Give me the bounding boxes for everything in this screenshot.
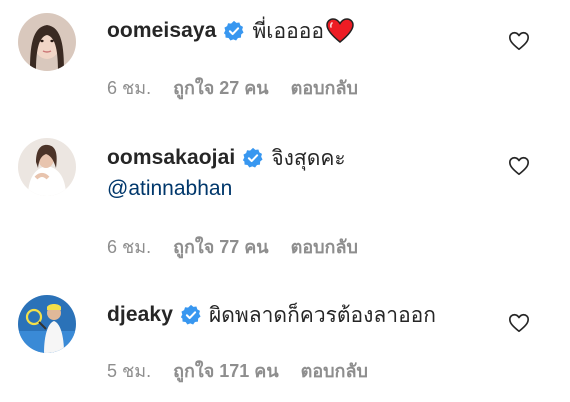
avatar[interactable]: [18, 138, 76, 196]
comment-text-line: oomsakaojai จิงสุดคะ: [107, 144, 346, 172]
comment-time[interactable]: 6 ชม.: [107, 232, 151, 261]
comment-meta: 6 ชม. ถูกใจ 77 คน ตอบกลับ: [107, 232, 358, 261]
avatar[interactable]: [18, 295, 76, 353]
comment-text: พี่เออออ: [252, 19, 324, 43]
avatar[interactable]: [18, 13, 76, 71]
username[interactable]: djeaky: [107, 303, 173, 327]
verified-badge-icon: [223, 20, 245, 42]
like-count[interactable]: ถูกใจ 77 คน: [173, 232, 269, 261]
comment-time[interactable]: 6 ชม.: [107, 73, 151, 102]
mention-link[interactable]: @atinnabhan: [107, 177, 232, 201]
comment-meta: 5 ชม. ถูกใจ 171 คน ตอบกลับ: [107, 356, 368, 385]
reply-button[interactable]: ตอบกลับ: [291, 232, 358, 261]
verified-badge-icon: [242, 147, 264, 169]
reply-button[interactable]: ตอบกลับ: [291, 73, 358, 102]
reply-button[interactable]: ตอบกลับ: [301, 356, 368, 385]
comment-meta: 6 ชม. ถูกใจ 27 คน ตอบกลับ: [107, 73, 358, 102]
verified-badge-icon: [180, 304, 202, 326]
comment-text: ผิดพลาดก็ควรต้องลาออก: [208, 303, 437, 327]
comment-time[interactable]: 5 ชม.: [107, 356, 151, 385]
like-count[interactable]: ถูกใจ 171 คน: [173, 356, 279, 385]
comment-text-line: djeaky ผิดพลาดก็ควรต้องลาออก: [107, 301, 436, 329]
comment-text-line: oomeisaya พี่เออออ: [107, 17, 354, 45]
heart-outline-icon[interactable]: [508, 312, 530, 334]
red-heart-icon: [326, 18, 354, 44]
username[interactable]: oomsakaojai: [107, 146, 235, 170]
username[interactable]: oomeisaya: [107, 19, 216, 43]
like-count[interactable]: ถูกใจ 27 คน: [173, 73, 269, 102]
heart-outline-icon[interactable]: [508, 30, 530, 52]
heart-outline-icon[interactable]: [508, 155, 530, 177]
comment-text: จิงสุดคะ: [271, 146, 346, 170]
